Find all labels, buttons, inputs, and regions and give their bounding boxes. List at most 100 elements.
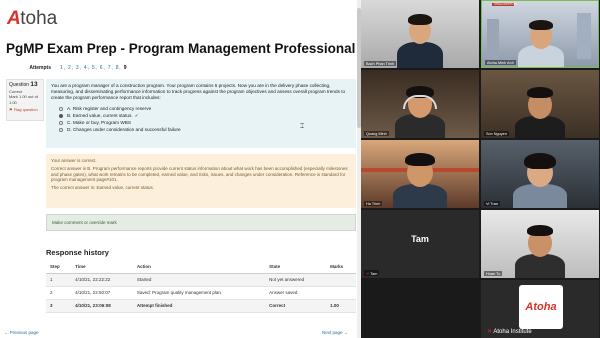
mouse-cursor-icon: ⌶ [300, 123, 305, 130]
participant-name: Ha Trinh [364, 201, 383, 206]
table-row: 1 4/10/21, 22:22:22 Started Not yet answ… [46, 273, 356, 287]
headphones-icon [403, 95, 437, 109]
building-shape [487, 19, 499, 59]
option-text: Changes under consideration and successf… [73, 126, 181, 132]
cell-state: Answer saved [265, 286, 327, 300]
option-letter: D. [67, 126, 72, 132]
comment-box[interactable]: Make comment or override mark [46, 214, 356, 231]
cell-marks: 1.00 [326, 299, 356, 313]
participant-body [515, 254, 565, 278]
attempt-numbers[interactable]: 1, 2, 3, 4, 5, 6, 7, 8, [60, 65, 121, 71]
participant-name: Hoan Tu [484, 271, 503, 276]
cell-step: 3 [46, 299, 72, 313]
feedback-explanation: Correct answer is B. Program performance… [51, 166, 348, 183]
participant-name: Quang Minh [364, 131, 389, 136]
cell-action: Attempt finished [132, 299, 266, 313]
column-header: Time [71, 261, 133, 274]
cell-marks [326, 273, 356, 287]
video-tile-active-speaker[interactable]: ATOHA INSTITUTE Atoha Minh Anh [481, 0, 599, 68]
building-shape [577, 13, 591, 59]
page-title: PgMP Exam Prep - Program Management Prof… [6, 41, 356, 56]
radio-icon[interactable] [59, 120, 63, 125]
participant-hair [408, 14, 432, 25]
participant-body [397, 42, 443, 68]
option-text: Risk register and contingency reserve [72, 105, 152, 111]
participant-name: ✕ Tam [364, 270, 380, 276]
attempts-bar: Attempts 1, 2, 3, 4, 5, 6, 7, 8, 9 [6, 63, 356, 73]
brand-logo-text: Atoha [525, 301, 557, 313]
feedback-verdict: Your answer is correct. [51, 158, 97, 163]
column-header: Marks [326, 261, 356, 274]
participant-name: Son Nguyen [484, 131, 509, 136]
video-tile[interactable]: Quang Minh [361, 70, 479, 138]
table-header-row: Step Time Action State Marks [46, 261, 356, 274]
atoha-logo[interactable]: Atoha [7, 7, 57, 31]
quiz-review-page: Atoha PgMP Exam Prep - Program Managemen… [0, 0, 361, 338]
option-d[interactable]: D. Changes under consideration and succe… [51, 126, 351, 133]
column-header: Action [132, 261, 266, 274]
video-tile[interactable]: Bach Phan Trinh [361, 0, 479, 68]
option-b[interactable]: B. Earned value, current status. ✓ [51, 112, 351, 119]
participant-body [515, 116, 565, 138]
answer-options: A. Risk register and contingency reserve… [51, 105, 351, 133]
logo-text: toha [20, 8, 58, 29]
participant-initial: Tam [411, 234, 429, 244]
radio-icon[interactable] [59, 127, 63, 132]
atoha-banner-text: ATOHA INSTITUTE [494, 3, 517, 6]
atoha-brand-logo: Atoha [519, 285, 563, 329]
participant-hair [405, 153, 435, 166]
attempts-label: Attempts [29, 65, 51, 71]
video-tile[interactable]: Ha Trinh [361, 140, 479, 208]
participant-name: Atoha Minh Anh [485, 60, 516, 65]
table-row: 2 4/10/21, 22:50:07 Saved: Program quali… [46, 286, 356, 300]
question-info: Question 13 Correct Mark 1.00 out of 1.0… [6, 79, 44, 121]
option-text: Earned value, current status. [72, 112, 133, 118]
video-tile-empty [361, 280, 479, 338]
next-page-link[interactable]: Next page → [322, 330, 348, 335]
current-attempt: 9 [123, 65, 128, 71]
option-letter: A. [67, 105, 72, 111]
question-prefix: Question [9, 82, 30, 88]
cell-step: 2 [46, 286, 72, 300]
cell-action: Started [132, 273, 266, 287]
radio-icon[interactable] [59, 106, 63, 111]
video-call-grid: Bach Phan Trinh ATOHA INSTITUTE Atoha Mi… [361, 0, 600, 338]
participant-hair [524, 153, 556, 169]
question-number: Question 13 [9, 81, 41, 89]
option-c[interactable]: C. Make or buy, Program WBS [51, 119, 351, 126]
column-header: Step [46, 261, 72, 274]
column-header: State [265, 261, 327, 274]
video-tile-camera-off[interactable]: Tam ✕ Tam [361, 210, 479, 278]
flag-icon: ⚑ [9, 107, 13, 112]
cell-action: Saved: Program quality management plan. [132, 286, 266, 300]
flag-question-link[interactable]: ⚑ Flag question [9, 107, 41, 113]
option-a[interactable]: A. Risk register and contingency reserve [51, 105, 351, 112]
attempt-links[interactable]: 1, 2, 3, 4, 5, 6, 7, 8, 9 [60, 65, 127, 71]
participant-name-text: Tam [370, 271, 378, 276]
video-tile[interactable]: Hoan Tu [481, 210, 599, 278]
video-tile[interactable]: Vi Tran [481, 140, 599, 208]
participant-name-text: Atoha Institute [493, 329, 532, 335]
option-text: Make or buy, Program WBS [73, 119, 132, 125]
participant-name: Vi Tran [484, 201, 500, 206]
question-text: You are a program manager of a construct… [51, 83, 346, 100]
video-tile[interactable]: Son Nguyen [481, 70, 599, 138]
table-row: 3 4/10/21, 23:06:08 Attempt finished Cor… [46, 299, 356, 313]
feedback-box: Your answer is correct. Correct answer i… [46, 154, 356, 208]
question-number-value: 13 [30, 81, 38, 88]
mic-muted-icon: ✕ [487, 329, 493, 335]
video-tile-brand[interactable]: Atoha ✕ Atoha Institute [481, 280, 599, 338]
radio-selected-icon[interactable] [59, 113, 63, 118]
cell-time: 4/10/21, 22:50:07 [71, 286, 133, 300]
question-box: You are a program manager of a construct… [46, 79, 356, 148]
question-mark: Mark 1.00 out of 1.00 [9, 94, 38, 105]
comment-link[interactable]: Make comment or override mark [52, 220, 117, 225]
response-history-table: Step Time Action State Marks 1 4/10/21, … [46, 261, 356, 313]
cell-time: 4/10/21, 22:22:22 [71, 273, 133, 287]
checkmark-icon: ✓ [134, 112, 139, 118]
feedback-correct-answer: The correct answer is: Earned value, cur… [51, 185, 155, 191]
option-letter: C. [67, 119, 72, 125]
previous-page-link[interactable]: ← Previous page [4, 330, 39, 335]
participant-hair [527, 87, 553, 98]
response-history-title: Response history [46, 248, 109, 257]
